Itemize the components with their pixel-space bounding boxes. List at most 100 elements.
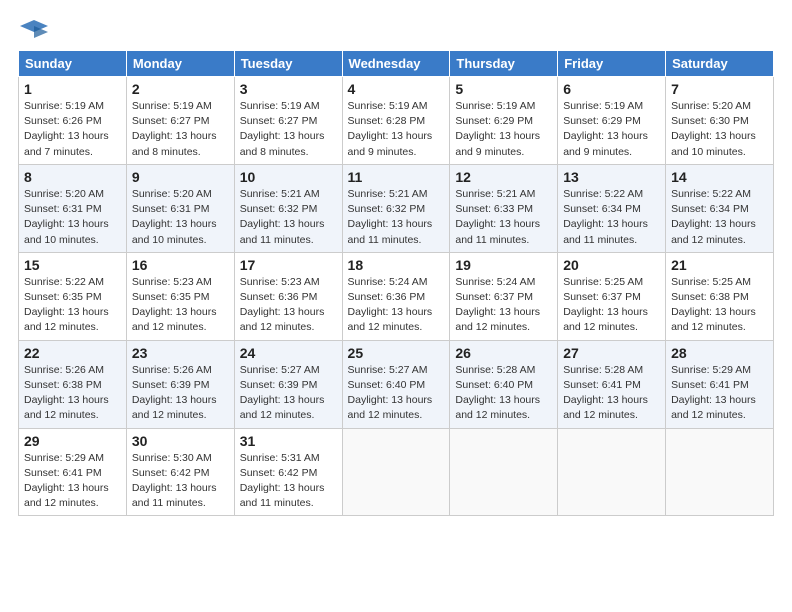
calendar-cell: 21 Sunrise: 5:25 AMSunset: 6:38 PMDayligh…: [666, 252, 774, 340]
calendar-cell: 12 Sunrise: 5:21 AMSunset: 6:33 PMDayligh…: [450, 164, 558, 252]
day-info: Sunrise: 5:20 AMSunset: 6:30 PMDaylight:…: [671, 99, 768, 160]
calendar-cell: 19 Sunrise: 5:24 AMSunset: 6:37 PMDayligh…: [450, 252, 558, 340]
calendar-cell: [666, 428, 774, 516]
calendar-cell: 16Sunrise: 5:23 AMSunset: 6:35 PMDayligh…: [126, 252, 234, 340]
logo-bird-icon: [20, 18, 48, 40]
calendar-cell: 11Sunrise: 5:21 AMSunset: 6:32 PMDayligh…: [342, 164, 450, 252]
day-info: Sunrise: 5:19 AMSunset: 6:26 PMDaylight:…: [24, 99, 121, 160]
day-number: 26: [455, 345, 552, 361]
day-info: Sunrise: 5:29 AMSunset: 6:41 PMDaylight:…: [671, 363, 768, 424]
weekday-header-monday: Monday: [126, 51, 234, 77]
day-info: Sunrise: 5:28 AMSunset: 6:41 PMDaylight:…: [563, 363, 660, 424]
day-number: 5: [455, 81, 552, 97]
day-info: Sunrise: 5:30 AMSunset: 6:42 PMDaylight:…: [132, 451, 229, 512]
day-number: 23: [132, 345, 229, 361]
day-info: Sunrise: 5:22 AMSunset: 6:34 PMDaylight:…: [563, 187, 660, 248]
day-info: Sunrise: 5:24 AMSunset: 6:36 PMDaylight:…: [348, 275, 445, 336]
day-info: Sunrise: 5:24 AMSunset: 6:37 PMDaylight:…: [455, 275, 552, 336]
calendar-cell: 15 Sunrise: 5:22 AMSunset: 6:35 PMDayligh…: [19, 252, 127, 340]
day-number: 28: [671, 345, 768, 361]
calendar-cell: [450, 428, 558, 516]
calendar-cell: 27 Sunrise: 5:28 AMSunset: 6:41 PMDayligh…: [558, 340, 666, 428]
day-number: 21: [671, 257, 768, 273]
day-number: 14: [671, 169, 768, 185]
day-info: Sunrise: 5:26 AMSunset: 6:39 PMDaylight:…: [132, 363, 229, 424]
calendar-cell: 18 Sunrise: 5:24 AMSunset: 6:36 PMDayligh…: [342, 252, 450, 340]
day-info: Sunrise: 5:25 AMSunset: 6:37 PMDaylight:…: [563, 275, 660, 336]
calendar-cell: 28 Sunrise: 5:29 AMSunset: 6:41 PMDayligh…: [666, 340, 774, 428]
day-info: Sunrise: 5:20 AMSunset: 6:31 PMDaylight:…: [132, 187, 229, 248]
calendar-cell: 10 Sunrise: 5:21 AMSunset: 6:32 PMDayligh…: [234, 164, 342, 252]
day-number: 25: [348, 345, 445, 361]
week-row-3: 15 Sunrise: 5:22 AMSunset: 6:35 PMDayligh…: [19, 252, 774, 340]
day-number: 6: [563, 81, 660, 97]
day-info: Sunrise: 5:28 AMSunset: 6:40 PMDaylight:…: [455, 363, 552, 424]
calendar-cell: 22Sunrise: 5:26 AMSunset: 6:38 PMDayligh…: [19, 340, 127, 428]
day-number: 19: [455, 257, 552, 273]
weekday-header-saturday: Saturday: [666, 51, 774, 77]
day-number: 13: [563, 169, 660, 185]
calendar-cell: 24 Sunrise: 5:27 AMSunset: 6:39 PMDayligh…: [234, 340, 342, 428]
calendar-cell: 31Sunrise: 5:31 AMSunset: 6:42 PMDayligh…: [234, 428, 342, 516]
day-info: Sunrise: 5:19 AMSunset: 6:27 PMDaylight:…: [240, 99, 337, 160]
calendar-table: SundayMondayTuesdayWednesdayThursdayFrid…: [18, 50, 774, 516]
calendar-cell: 5 Sunrise: 5:19 AMSunset: 6:29 PMDaylight…: [450, 77, 558, 165]
calendar-cell: 8 Sunrise: 5:20 AMSunset: 6:31 PMDaylight…: [19, 164, 127, 252]
calendar-cell: [558, 428, 666, 516]
day-info: Sunrise: 5:22 AMSunset: 6:34 PMDaylight:…: [671, 187, 768, 248]
day-number: 10: [240, 169, 337, 185]
day-number: 30: [132, 433, 229, 449]
weekday-header-row: SundayMondayTuesdayWednesdayThursdayFrid…: [19, 51, 774, 77]
weekday-header-thursday: Thursday: [450, 51, 558, 77]
calendar-cell: 1 Sunrise: 5:19 AMSunset: 6:26 PMDaylight…: [19, 77, 127, 165]
day-info: Sunrise: 5:29 AMSunset: 6:41 PMDaylight:…: [24, 451, 121, 512]
calendar-cell: 2 Sunrise: 5:19 AMSunset: 6:27 PMDaylight…: [126, 77, 234, 165]
week-row-1: 1 Sunrise: 5:19 AMSunset: 6:26 PMDaylight…: [19, 77, 774, 165]
day-number: 12: [455, 169, 552, 185]
weekday-header-friday: Friday: [558, 51, 666, 77]
day-number: 8: [24, 169, 121, 185]
day-info: Sunrise: 5:31 AMSunset: 6:42 PMDaylight:…: [240, 451, 337, 512]
calendar-cell: 4 Sunrise: 5:19 AMSunset: 6:28 PMDaylight…: [342, 77, 450, 165]
day-number: 3: [240, 81, 337, 97]
week-row-5: 29 Sunrise: 5:29 AMSunset: 6:41 PMDayligh…: [19, 428, 774, 516]
day-number: 24: [240, 345, 337, 361]
day-number: 16: [132, 257, 229, 273]
logo: [18, 18, 48, 40]
day-number: 27: [563, 345, 660, 361]
day-info: Sunrise: 5:26 AMSunset: 6:38 PMDaylight:…: [24, 363, 121, 424]
week-row-2: 8 Sunrise: 5:20 AMSunset: 6:31 PMDaylight…: [19, 164, 774, 252]
day-info: Sunrise: 5:27 AMSunset: 6:39 PMDaylight:…: [240, 363, 337, 424]
calendar-cell: 7Sunrise: 5:20 AMSunset: 6:30 PMDaylight…: [666, 77, 774, 165]
day-info: Sunrise: 5:23 AMSunset: 6:36 PMDaylight:…: [240, 275, 337, 336]
day-number: 29: [24, 433, 121, 449]
day-info: Sunrise: 5:21 AMSunset: 6:33 PMDaylight:…: [455, 187, 552, 248]
day-number: 2: [132, 81, 229, 97]
day-info: Sunrise: 5:25 AMSunset: 6:38 PMDaylight:…: [671, 275, 768, 336]
day-number: 17: [240, 257, 337, 273]
day-number: 15: [24, 257, 121, 273]
day-number: 20: [563, 257, 660, 273]
day-number: 9: [132, 169, 229, 185]
calendar-cell: 25 Sunrise: 5:27 AMSunset: 6:40 PMDayligh…: [342, 340, 450, 428]
day-info: Sunrise: 5:27 AMSunset: 6:40 PMDaylight:…: [348, 363, 445, 424]
weekday-header-wednesday: Wednesday: [342, 51, 450, 77]
day-info: Sunrise: 5:19 AMSunset: 6:29 PMDaylight:…: [455, 99, 552, 160]
calendar-cell: 6 Sunrise: 5:19 AMSunset: 6:29 PMDaylight…: [558, 77, 666, 165]
calendar-cell: 29 Sunrise: 5:29 AMSunset: 6:41 PMDayligh…: [19, 428, 127, 516]
day-number: 4: [348, 81, 445, 97]
calendar-cell: 20 Sunrise: 5:25 AMSunset: 6:37 PMDayligh…: [558, 252, 666, 340]
day-info: Sunrise: 5:19 AMSunset: 6:29 PMDaylight:…: [563, 99, 660, 160]
day-info: Sunrise: 5:21 AMSunset: 6:32 PMDaylight:…: [240, 187, 337, 248]
header: [18, 18, 774, 40]
day-number: 1: [24, 81, 121, 97]
day-info: Sunrise: 5:20 AMSunset: 6:31 PMDaylight:…: [24, 187, 121, 248]
day-info: Sunrise: 5:19 AMSunset: 6:27 PMDaylight:…: [132, 99, 229, 160]
calendar-cell: 23 Sunrise: 5:26 AMSunset: 6:39 PMDayligh…: [126, 340, 234, 428]
day-info: Sunrise: 5:22 AMSunset: 6:35 PMDaylight:…: [24, 275, 121, 336]
day-number: 18: [348, 257, 445, 273]
weekday-header-sunday: Sunday: [19, 51, 127, 77]
calendar-cell: 9 Sunrise: 5:20 AMSunset: 6:31 PMDaylight…: [126, 164, 234, 252]
weekday-header-tuesday: Tuesday: [234, 51, 342, 77]
day-info: Sunrise: 5:19 AMSunset: 6:28 PMDaylight:…: [348, 99, 445, 160]
